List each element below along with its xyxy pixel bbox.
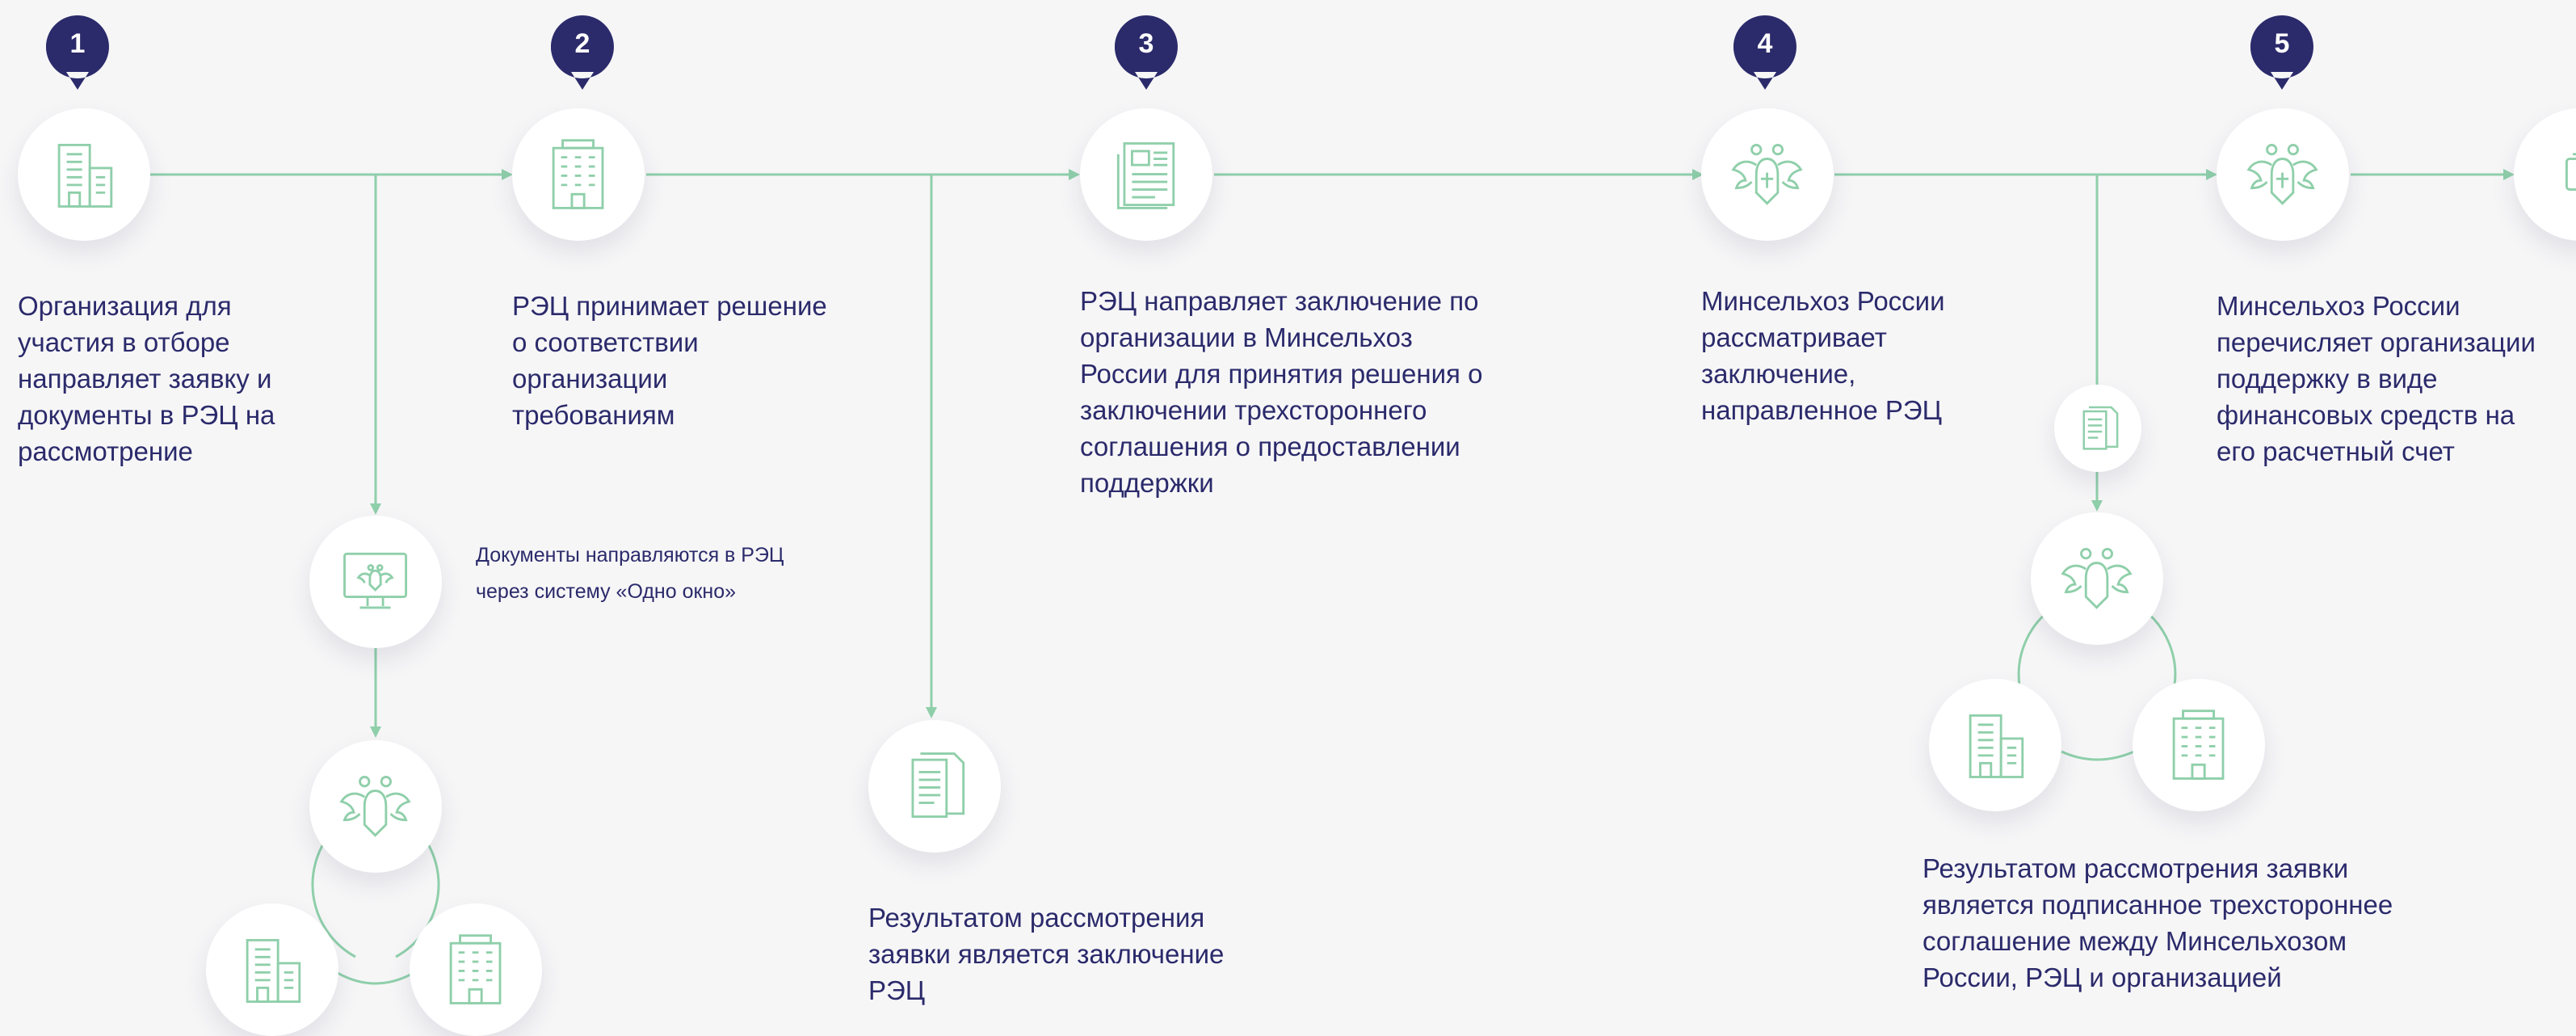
step-4-node <box>1701 108 1834 241</box>
step-3-text: РЭЦ направляет заключение по организации… <box>1080 286 1483 498</box>
conclusion-node <box>868 720 1001 853</box>
tall-building-icon <box>553 139 604 210</box>
office-building-icon <box>58 144 113 208</box>
step-1-text: Организация для участия в отборе направл… <box>18 291 275 466</box>
step-3-node <box>1080 108 1212 241</box>
coat-of-arms-icon <box>339 776 412 838</box>
step-1-badge: 1 <box>46 15 109 90</box>
step-5-badge: 5 <box>2250 15 2313 90</box>
conclusion-result-text: Результатом рассмотрения заявки является… <box>868 903 1225 1005</box>
branch1-ministry-node <box>309 740 442 873</box>
step-2-badge: 2 <box>551 15 614 90</box>
branch4-organization-node <box>1929 679 2061 811</box>
branch1-organization-node <box>206 903 338 1036</box>
step-3-badge: 3 <box>1115 15 1178 90</box>
branch4-rec-node <box>2133 679 2265 811</box>
step-4-text: Минсельхоз России рассматривает заключен… <box>1701 286 1945 425</box>
cash-icon <box>2565 153 2576 192</box>
step-2-text: РЭЦ принимает решение о соответствии орг… <box>512 291 827 430</box>
step-2-node <box>512 108 645 241</box>
coat-of-arms-icon <box>1731 144 1804 206</box>
step-5-node <box>2217 108 2349 241</box>
tall-building-icon <box>2173 710 2225 781</box>
agreement-document-node <box>2054 385 2141 472</box>
tall-building-icon <box>450 934 502 1005</box>
office-building-icon <box>1969 714 2024 779</box>
branch4-ministry-node <box>2031 512 2163 645</box>
step-4-badge: 4 <box>1733 15 1796 90</box>
newspaper-icon <box>1117 142 1175 210</box>
coat-of-arms-icon <box>2061 548 2133 610</box>
branch1-rec-node <box>410 903 542 1036</box>
one-window-note: Документы направляются в РЭЦ через систе… <box>476 544 784 603</box>
office-building-icon <box>246 939 301 1004</box>
agreement-result-text: Результатом рассмотрения заявки является… <box>1923 853 2393 992</box>
document-icon <box>2082 406 2119 450</box>
monitor-icon <box>343 553 408 609</box>
step-1-node <box>18 108 150 241</box>
step-5-text: Минсельхоз России перечисляет организаци… <box>2217 291 2536 466</box>
documents-icon <box>911 752 965 819</box>
one-window-node <box>309 516 442 648</box>
coat-of-arms-icon <box>2246 144 2319 206</box>
